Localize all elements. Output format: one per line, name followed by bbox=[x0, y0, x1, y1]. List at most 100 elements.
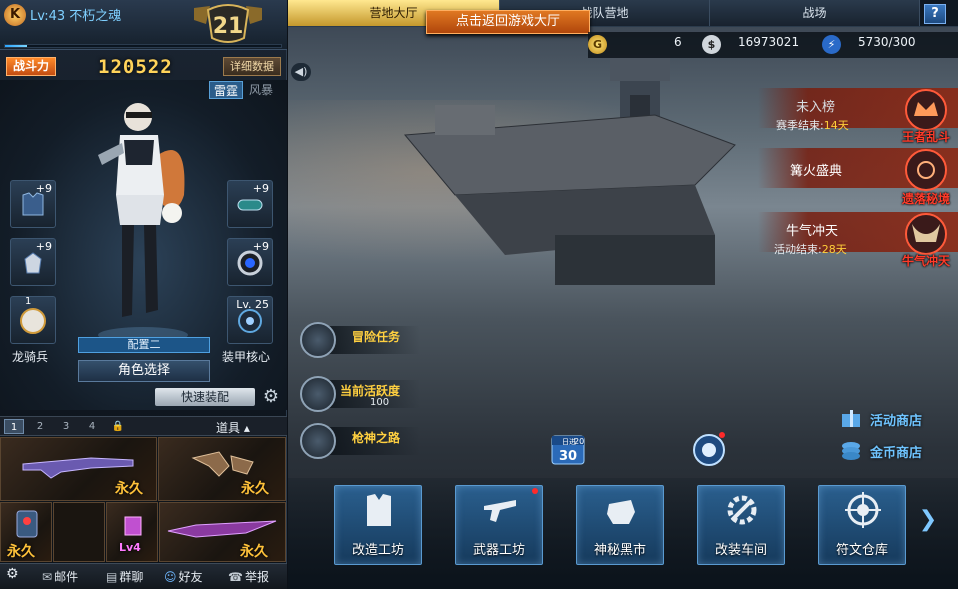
next-arrow-icon[interactable]: ❯ bbox=[918, 505, 938, 535]
event-rank-status: 未入榜 bbox=[796, 100, 836, 115]
weapon-permanent-tag: 永久 bbox=[240, 544, 268, 560]
wrench-gear-icon bbox=[727, 495, 757, 525]
lock-icon[interactable]: 🔒 bbox=[108, 419, 128, 434]
rune-storage-button[interactable]: 符文仓库 bbox=[818, 485, 906, 565]
mod-workshop-button[interactable]: 改造工坊 bbox=[334, 485, 422, 565]
weapon-slot-primary[interactable]: 永久 bbox=[0, 437, 157, 501]
helmet-level: 1 bbox=[25, 296, 32, 307]
rank-badge-number: 21 bbox=[213, 14, 244, 39]
energy-amount: 5730/300 bbox=[858, 35, 916, 49]
group-chat-label: 群聊 bbox=[119, 570, 144, 584]
settings-gear-icon[interactable]: ⚙ bbox=[6, 566, 19, 582]
friends-button[interactable]: ☺ 好友 bbox=[164, 568, 203, 585]
event-countdown-value: 14天 bbox=[823, 119, 849, 132]
vest-icon bbox=[367, 494, 391, 526]
coins-icon bbox=[842, 442, 860, 460]
weapon-tab-3[interactable]: 3 bbox=[56, 419, 76, 434]
return-to-lobby-tooltip[interactable]: 点击返回游戏大厅 bbox=[426, 10, 590, 34]
weapon-workshop-button[interactable]: 武器工坊 bbox=[455, 485, 543, 565]
equip-slot-core[interactable]: Lv. 25 bbox=[227, 296, 273, 344]
shield-quest-icon bbox=[300, 322, 336, 358]
character-panel: K Lv:43 不朽之魂 21 战斗力 120522 详细数据 雷霆 风暴 +9 bbox=[0, 0, 287, 589]
daily-calendar-icon[interactable]: 日进 20 30 bbox=[550, 430, 586, 466]
gold-shop-button[interactable]: 金币商店 bbox=[840, 440, 950, 462]
report-label: 举报 bbox=[244, 570, 269, 584]
weapon-tab-4[interactable]: 4 bbox=[82, 419, 102, 434]
weapon-tab-2[interactable]: 2 bbox=[30, 419, 50, 434]
equip-slot-goggles[interactable]: +9 bbox=[227, 180, 273, 228]
event-countdown: 赛季结束:14天 bbox=[776, 117, 849, 133]
activity-value: 100 bbox=[370, 397, 390, 408]
activity-shop-button[interactable]: 活动商店 bbox=[840, 408, 950, 430]
weapon-slot-crystal[interactable]: Lv4 bbox=[106, 502, 158, 562]
gloves-icon bbox=[24, 252, 42, 274]
currency-bar: G 6 $ 16973021 ⚡ 5730/300 bbox=[588, 32, 958, 58]
fire-activity-icon bbox=[300, 376, 336, 412]
phone-icon: ☎ bbox=[228, 570, 243, 584]
character-figure[interactable] bbox=[88, 95, 198, 345]
weapon-tabs: 1 2 3 4 🔒 道具 ▴ bbox=[0, 416, 287, 436]
sound-icon[interactable]: ◀) bbox=[291, 63, 311, 81]
helmet-icon bbox=[20, 308, 46, 334]
weapon-permanent-tag: 永久 bbox=[241, 481, 269, 497]
black-market-button[interactable]: 神秘黑市 bbox=[576, 485, 664, 565]
gun-god-road-button[interactable]: 枪神之路 bbox=[300, 423, 420, 459]
event-lost-realm[interactable]: 篝火盛典 遗落秘境 bbox=[758, 148, 958, 208]
mail-icon: ✉ bbox=[42, 570, 53, 584]
weapon-permanent-tag: 永久 bbox=[7, 544, 35, 560]
event-bull-surge[interactable]: 牛气冲天 活动结束:28天 牛气冲天 bbox=[758, 212, 958, 270]
weapon-slot-mech[interactable]: 永久 bbox=[0, 502, 52, 562]
weapon-slot-secondary[interactable]: 永久 bbox=[158, 437, 286, 501]
top-navigation: 营地大厅 战队营地 战场 bbox=[288, 0, 958, 27]
menu-label: 符文仓库 bbox=[835, 543, 888, 558]
goggles-icon bbox=[237, 199, 263, 211]
quick-equip-button[interactable]: 快速装配 bbox=[155, 388, 255, 406]
pistol-icon bbox=[191, 451, 254, 477]
mail-label: 邮件 bbox=[54, 570, 79, 584]
armor-core-label: 装甲核心 bbox=[222, 350, 271, 364]
weapon-tab-1[interactable]: 1 bbox=[4, 419, 24, 434]
money-icon: $ bbox=[702, 35, 721, 54]
mod-garage-button[interactable]: 改装车间 bbox=[697, 485, 785, 565]
friends-icon: ☺ bbox=[164, 570, 177, 584]
energy-icon: ⚡ bbox=[822, 35, 841, 54]
event-king-brawl[interactable]: 未入榜 赛季结束:14天 王者乱斗 bbox=[758, 88, 958, 146]
combat-power-label: 战斗力 bbox=[6, 57, 56, 76]
equip-slot-helmet[interactable]: 1 bbox=[10, 296, 56, 344]
gold-coin-count: 6 bbox=[674, 35, 682, 49]
rifle-icon bbox=[22, 457, 134, 479]
equip-slot-armor[interactable]: +9 bbox=[10, 180, 56, 228]
mail-button[interactable]: ✉ 邮件 bbox=[42, 568, 78, 585]
character-select-button[interactable]: 角色选择 bbox=[78, 360, 210, 382]
rank-badge-icon[interactable]: 21 bbox=[188, 2, 268, 46]
weapon-slot-melee[interactable]: 永久 bbox=[159, 502, 286, 562]
prize-wheel-icon[interactable] bbox=[690, 430, 728, 468]
event-countdown-label: 赛季结束: bbox=[776, 119, 824, 132]
chat-icon: ▤ bbox=[106, 570, 118, 584]
item-dropdown[interactable]: 道具 ▴ bbox=[216, 419, 250, 436]
preset-label[interactable]: 配置二 bbox=[78, 337, 210, 353]
detail-data-button[interactable]: 详细数据 bbox=[223, 57, 281, 76]
menu-label: 神秘黑市 bbox=[593, 543, 646, 558]
daily-value: 20 bbox=[574, 437, 584, 446]
gold-coin-icon: G bbox=[588, 35, 607, 54]
group-chat-button[interactable]: ▤ 群聊 bbox=[106, 568, 143, 585]
equip-slot-device[interactable]: +9 bbox=[227, 238, 273, 286]
helmet-quest-icon bbox=[300, 423, 336, 459]
combat-power-bar: 战斗力 120522 详细数据 bbox=[0, 56, 287, 78]
help-button[interactable]: ? bbox=[924, 4, 946, 24]
tab-leiting[interactable]: 雷霆 bbox=[209, 81, 243, 99]
report-button[interactable]: ☎ 举报 bbox=[228, 568, 269, 585]
weapon-permanent-tag: 永久 bbox=[115, 481, 143, 497]
event-caption: 遗落秘境 bbox=[901, 192, 950, 206]
tab-fengbao[interactable]: 风暴 bbox=[245, 81, 277, 99]
menu-label: 武器工坊 bbox=[472, 543, 525, 558]
equip-slot-gloves[interactable]: +9 bbox=[10, 238, 56, 286]
tab-battlefield[interactable]: 战场 bbox=[710, 0, 920, 26]
weapon-slot-empty[interactable] bbox=[53, 502, 105, 562]
activity-button[interactable]: 当前活跃度 bbox=[300, 376, 420, 412]
gear-icon[interactable]: ⚙ bbox=[260, 386, 282, 408]
quest-label: 冒险任务 bbox=[352, 330, 401, 344]
friends-label: 好友 bbox=[178, 570, 203, 584]
adventure-quest-button[interactable]: 冒险任务 bbox=[300, 322, 420, 358]
